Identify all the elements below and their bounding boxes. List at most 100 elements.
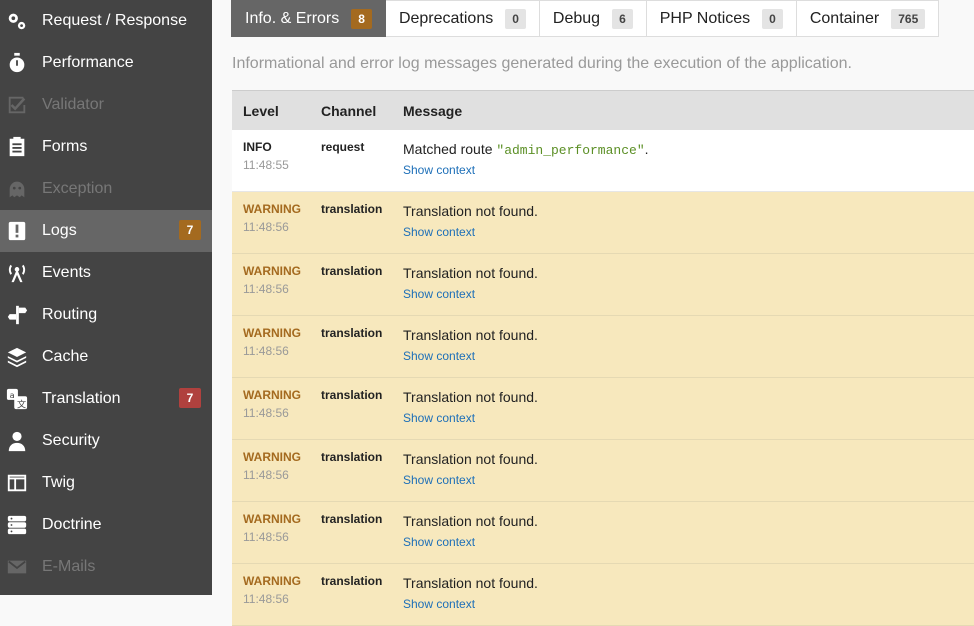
sidebar-item-security[interactable]: Security bbox=[0, 420, 212, 462]
tab-info-errors[interactable]: Info. & Errors 8 bbox=[231, 0, 386, 37]
tab-count-badge: 0 bbox=[762, 8, 783, 29]
sidebar-item-label: Exception bbox=[42, 180, 113, 197]
column-header-channel: Channel bbox=[321, 103, 377, 119]
sidebar-item-performance[interactable]: Performance bbox=[0, 42, 212, 84]
sidebar-item-exception[interactable]: Exception bbox=[0, 168, 212, 210]
log-time: 11:48:55 bbox=[243, 158, 289, 172]
log-channel: translation bbox=[321, 326, 383, 340]
sidebar-item-label: Security bbox=[42, 432, 100, 449]
message-text: Translation not found. bbox=[403, 451, 538, 467]
sidebar-item-label: Performance bbox=[42, 54, 134, 71]
log-channel: translation bbox=[321, 450, 383, 464]
show-context-link[interactable]: Show context bbox=[403, 163, 475, 177]
tab-label: PHP Notices bbox=[659, 9, 751, 27]
tab-container[interactable]: Container 765 bbox=[796, 0, 940, 37]
column-header-message: Message bbox=[403, 103, 463, 119]
sidebar-item-label: Validator bbox=[42, 96, 104, 113]
sidebar-item-request-response[interactable]: Request / Response bbox=[0, 0, 212, 42]
sidebar-item-label: Routing bbox=[42, 306, 98, 323]
log-level: WARNING bbox=[243, 202, 301, 216]
log-message: Translation not found. bbox=[403, 389, 538, 406]
message-text: Translation not found. bbox=[403, 389, 538, 405]
show-context-link[interactable]: Show context bbox=[403, 287, 475, 301]
sidebar-item-logs[interactable]: Logs 7 bbox=[0, 210, 212, 252]
show-context-link[interactable]: Show context bbox=[403, 597, 475, 611]
table-row: WARNING 11:48:56 translation Translation no… bbox=[232, 316, 974, 378]
svg-text:a: a bbox=[10, 390, 15, 400]
sidebar-item-twig[interactable]: Twig bbox=[0, 462, 212, 504]
message-text: Translation not found. bbox=[403, 203, 538, 219]
tab-label: Deprecations bbox=[398, 9, 494, 27]
tab-php-notices[interactable]: PHP Notices 0 bbox=[646, 0, 797, 37]
template-icon bbox=[5, 471, 29, 495]
log-time: 11:48:56 bbox=[243, 592, 289, 606]
svg-text:文: 文 bbox=[17, 398, 26, 410]
sidebar-item-emails[interactable]: E-Mails bbox=[0, 546, 212, 588]
log-message: Matched route "admin_performance". bbox=[403, 141, 649, 158]
log-time: 11:48:56 bbox=[243, 344, 289, 358]
show-context-link[interactable]: Show context bbox=[403, 349, 475, 363]
log-time: 11:48:56 bbox=[243, 220, 289, 234]
table-row: WARNING 11:48:56 translation Translation no… bbox=[232, 502, 974, 564]
translation-count-badge: 7 bbox=[179, 388, 201, 408]
sidebar-item-translation[interactable]: a文 Translation 7 bbox=[0, 378, 212, 420]
table-row: WARNING 11:48:56 translation Translation no… bbox=[232, 440, 974, 502]
message-text: Translation not found. bbox=[403, 513, 538, 529]
table-row: WARNING 11:48:56 translation Translation no… bbox=[232, 192, 974, 254]
sidebar-item-label: Request / Response bbox=[42, 12, 187, 29]
ghost-icon bbox=[5, 177, 29, 201]
tab-deprecations[interactable]: Deprecations 0 bbox=[385, 0, 540, 37]
show-context-link[interactable]: Show context bbox=[403, 225, 475, 239]
sidebar-item-routing[interactable]: Routing bbox=[0, 294, 212, 336]
log-level: WARNING bbox=[243, 574, 301, 588]
user-icon bbox=[5, 429, 29, 453]
log-time: 11:48:56 bbox=[243, 406, 289, 420]
logs-count-badge: 7 bbox=[179, 220, 201, 240]
tab-count-badge: 6 bbox=[612, 8, 633, 29]
translate-icon: a文 bbox=[5, 387, 29, 411]
message-text: Translation not found. bbox=[403, 327, 538, 343]
tab-count-badge: 765 bbox=[891, 8, 926, 29]
log-time: 11:48:56 bbox=[243, 530, 289, 544]
message-text: Translation not found. bbox=[403, 575, 538, 591]
log-time: 11:48:56 bbox=[243, 282, 289, 296]
sidebar-item-doctrine[interactable]: Doctrine bbox=[0, 504, 212, 546]
envelope-icon bbox=[5, 555, 29, 579]
log-message: Translation not found. bbox=[403, 203, 538, 220]
sidebar: Request / Response Performance Validator… bbox=[0, 0, 212, 595]
layers-icon bbox=[5, 345, 29, 369]
intro-text: Informational and error log messages gen… bbox=[232, 55, 852, 72]
tab-label: Debug bbox=[552, 9, 601, 27]
sidebar-item-events[interactable]: Events bbox=[0, 252, 212, 294]
message-text: Matched route bbox=[403, 141, 497, 157]
table-row: WARNING 11:48:56 translation Translation no… bbox=[232, 378, 974, 440]
stopwatch-icon bbox=[5, 51, 29, 75]
sidebar-item-label: Translation bbox=[42, 390, 121, 407]
tab-debug[interactable]: Debug 6 bbox=[539, 0, 647, 37]
show-context-link[interactable]: Show context bbox=[403, 411, 475, 425]
log-message: Translation not found. bbox=[403, 575, 538, 592]
gears-icon bbox=[5, 9, 29, 33]
exclamation-icon bbox=[5, 219, 29, 243]
sidebar-item-cache[interactable]: Cache bbox=[0, 336, 212, 378]
sidebar-item-forms[interactable]: Forms bbox=[0, 126, 212, 168]
show-context-link[interactable]: Show context bbox=[403, 473, 475, 487]
log-message: Translation not found. bbox=[403, 265, 538, 282]
log-channel: translation bbox=[321, 202, 383, 216]
table-row: INFO 11:48:55 request Matched route "admin_… bbox=[232, 130, 974, 192]
log-level: WARNING bbox=[243, 512, 301, 526]
tab-label: Container bbox=[809, 9, 880, 27]
log-level: WARNING bbox=[243, 388, 301, 402]
log-channel: translation bbox=[321, 574, 383, 588]
log-tabs: Info. & Errors 8 Deprecations 0 Debug 6 … bbox=[231, 0, 940, 37]
antenna-icon bbox=[5, 261, 29, 285]
sidebar-item-label: Logs bbox=[42, 222, 77, 239]
show-context-link[interactable]: Show context bbox=[403, 535, 475, 549]
sidebar-item-validator[interactable]: Validator bbox=[0, 84, 212, 126]
sidebar-item-label: Doctrine bbox=[42, 516, 102, 533]
log-message: Translation not found. bbox=[403, 327, 538, 344]
sidebar-item-label: Cache bbox=[42, 348, 89, 365]
column-header-level: Level bbox=[243, 103, 279, 119]
database-icon bbox=[5, 513, 29, 537]
log-channel: translation bbox=[321, 264, 383, 278]
